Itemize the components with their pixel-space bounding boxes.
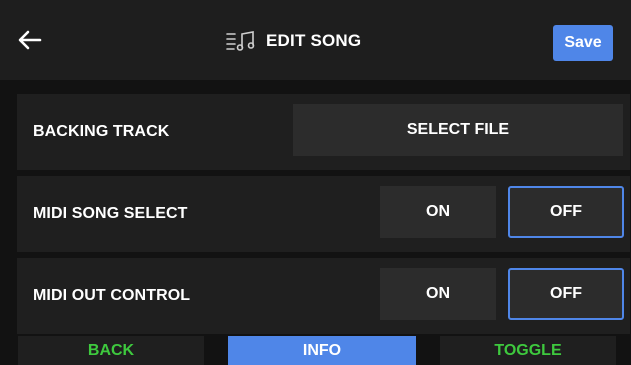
back-arrow-button[interactable] [18, 22, 58, 58]
backing-track-row: BACKING TRACK SELECT FILE [17, 94, 630, 170]
bottom-toggle-button[interactable]: TOGGLE [440, 336, 616, 365]
save-button[interactable]: Save [553, 25, 613, 61]
arrow-left-icon [18, 30, 42, 50]
midi-song-select-label: MIDI SONG SELECT [33, 205, 188, 222]
midi-out-control-off-button[interactable]: OFF [508, 268, 624, 320]
edit-song-screen: EDIT SONG Save BACKING TRACK SELECT FILE… [0, 0, 631, 365]
select-file-button[interactable]: SELECT FILE [293, 104, 623, 156]
bottom-info-button[interactable]: INFO [228, 336, 416, 365]
bottom-back-button[interactable]: BACK [18, 336, 204, 365]
page-title: EDIT SONG [266, 31, 362, 50]
midi-out-control-on-button[interactable]: ON [380, 268, 496, 320]
page-title-group: EDIT SONG [226, 28, 361, 54]
midi-song-select-on-button[interactable]: ON [380, 186, 496, 238]
bottom-nav-bar: BACK INFO TOGGLE [0, 336, 631, 365]
header-bar: EDIT SONG Save [0, 0, 631, 80]
midi-song-select-off-button[interactable]: OFF [508, 186, 624, 238]
midi-out-control-row: MIDI OUT CONTROL ON OFF [17, 258, 630, 334]
music-list-icon [226, 31, 255, 51]
midi-out-control-label: MIDI OUT CONTROL [33, 287, 191, 304]
midi-song-select-row: MIDI SONG SELECT ON OFF [17, 176, 630, 252]
backing-track-label: BACKING TRACK [33, 123, 170, 140]
